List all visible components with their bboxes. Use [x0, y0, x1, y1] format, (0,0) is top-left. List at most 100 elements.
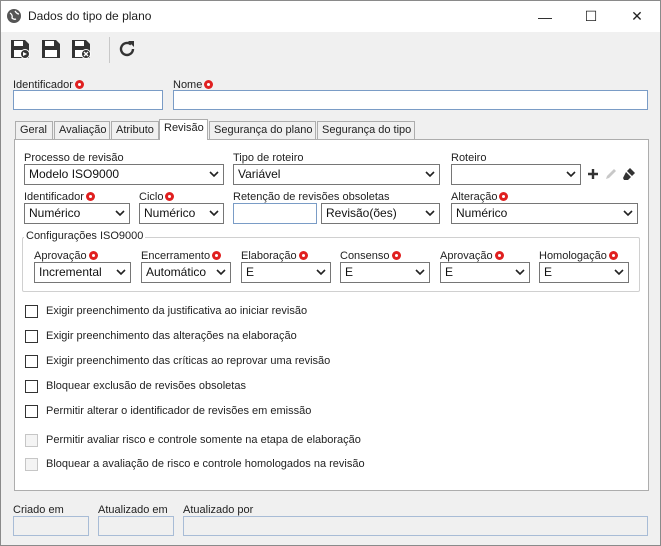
- checkbox[interactable]: [25, 330, 38, 343]
- save-icon[interactable]: [40, 38, 62, 60]
- identificador-input[interactable]: [13, 90, 163, 110]
- title-bar: Dados do tipo de plano — ☐ ✕: [1, 1, 660, 32]
- tab-seguranca-tipo[interactable]: Segurança do tipo: [317, 121, 415, 139]
- retencao-number-input[interactable]: [233, 203, 317, 224]
- ciclo-label: Ciclo: [139, 191, 175, 203]
- chevron-down-icon: [115, 210, 125, 217]
- add-roteiro-button[interactable]: [585, 166, 601, 182]
- criado-label: Criado em: [13, 504, 64, 516]
- app-globe-icon: [7, 9, 21, 23]
- alteracao-label: Alteração: [451, 191, 509, 203]
- iso-aprovacao2-select[interactable]: E: [440, 262, 530, 283]
- chevron-down-icon: [415, 269, 425, 276]
- chevron-down-icon: [316, 269, 326, 276]
- pencil-icon: [606, 169, 616, 179]
- chevron-down-icon: [209, 210, 219, 217]
- retencao-label: Retenção de revisões obsoletas: [233, 191, 390, 203]
- checkbox[interactable]: [25, 355, 38, 368]
- tipo-roteiro-label: Tipo de roteiro: [233, 152, 304, 164]
- required-icon: [298, 251, 308, 260]
- checkbox-label: Exigir preenchimento das críticas ao rep…: [46, 355, 331, 367]
- minimize-icon: —: [538, 8, 552, 25]
- rev-identificador-select[interactable]: Numérico: [24, 203, 130, 224]
- checkbox-label: Bloquear a avaliação de risco e controle…: [46, 458, 365, 470]
- chevron-down-icon: [614, 269, 624, 276]
- chevron-down-icon: [116, 269, 126, 276]
- atualizado-label: Atualizado em: [98, 504, 168, 516]
- dialog-window: Dados do tipo de plano — ☐ ✕ Identificad…: [0, 0, 661, 546]
- minimize-button[interactable]: —: [522, 1, 568, 32]
- window-title: Dados do tipo de plano: [28, 9, 152, 23]
- chevron-down-icon: [566, 171, 576, 178]
- required-icon: [85, 192, 95, 201]
- close-button[interactable]: ✕: [614, 1, 660, 32]
- checkbox-label: Permitir alterar o identificador de revi…: [46, 405, 312, 417]
- refresh-icon[interactable]: [116, 38, 138, 60]
- iso-homologacao-select[interactable]: E: [539, 262, 629, 283]
- roteiro-label: Roteiro: [451, 152, 487, 164]
- toolbar: [1, 32, 660, 67]
- required-icon: [494, 251, 504, 260]
- required-icon: [88, 251, 98, 260]
- chevron-down-icon: [209, 171, 219, 178]
- processo-select[interactable]: Modelo ISO9000: [24, 164, 224, 185]
- iso-aprovacao-select[interactable]: Incremental: [34, 262, 131, 283]
- toolbar-separator: [109, 37, 110, 63]
- processo-label: Processo de revisão: [24, 152, 124, 164]
- required-icon: [212, 251, 222, 260]
- tab-seguranca-plano[interactable]: Segurança do plano: [209, 121, 316, 139]
- checkbox-label: Exigir preenchimento das alterações na e…: [46, 330, 297, 342]
- clear-roteiro-button[interactable]: [621, 166, 637, 182]
- required-icon: [204, 80, 214, 89]
- maximize-icon: ☐: [584, 8, 598, 24]
- edit-roteiro-button[interactable]: [603, 166, 619, 182]
- rev-identificador-label: Identificador: [24, 191, 95, 203]
- alteracao-select[interactable]: Numérico: [451, 203, 638, 224]
- ciclo-select[interactable]: Numérico: [139, 203, 224, 224]
- roteiro-select[interactable]: [451, 164, 581, 185]
- iso-homologacao-label: Homologação: [539, 250, 618, 262]
- maximize-button[interactable]: ☐: [568, 1, 614, 32]
- required-icon: [608, 251, 618, 260]
- iso-aprovacao2-label: Aprovação: [440, 250, 504, 262]
- tab-revisao[interactable]: Revisão: [159, 119, 208, 140]
- checkbox[interactable]: [25, 305, 38, 318]
- eraser-icon: [623, 168, 635, 180]
- chevron-down-icon: [425, 171, 435, 178]
- tipo-roteiro-select[interactable]: Variável: [233, 164, 440, 185]
- required-icon: [74, 80, 84, 89]
- atualizado-input: [98, 516, 174, 536]
- checkbox-label: Bloquear exclusão de revisões obsoletas: [46, 380, 246, 392]
- tab-avaliacao[interactable]: Avaliação: [54, 121, 110, 139]
- iso-encerramento-select[interactable]: Automático: [141, 262, 231, 283]
- checkbox-disabled: [25, 458, 38, 471]
- iso-elaboracao-label: Elaboração: [241, 250, 308, 262]
- checkbox-disabled: [25, 434, 38, 447]
- required-icon: [391, 251, 401, 260]
- checkbox[interactable]: [25, 405, 38, 418]
- iso-encerramento-label: Encerramento: [141, 250, 222, 262]
- iso-aprovacao-label: Aprovação: [34, 250, 98, 262]
- tab-geral[interactable]: Geral: [15, 121, 53, 139]
- criado-input: [13, 516, 89, 536]
- iso9000-group-title: Configurações ISO9000: [24, 230, 146, 242]
- plus-icon: [588, 169, 598, 179]
- save-new-icon[interactable]: [9, 38, 31, 60]
- checkbox-label: Exigir preenchimento da justificativa ao…: [46, 305, 308, 317]
- iso-consenso-label: Consenso: [340, 250, 401, 262]
- save-close-icon[interactable]: [70, 38, 92, 60]
- chevron-down-icon: [515, 269, 525, 276]
- chevron-down-icon: [216, 269, 226, 276]
- chevron-down-icon: [425, 210, 435, 217]
- checkbox[interactable]: [25, 380, 38, 393]
- close-icon: ✕: [631, 8, 643, 24]
- checkbox-label: Permitir avaliar risco e controle soment…: [46, 434, 361, 446]
- iso-elaboracao-select[interactable]: E: [241, 262, 331, 283]
- tab-atributo[interactable]: Atributo: [111, 121, 159, 139]
- iso-consenso-select[interactable]: E: [340, 262, 430, 283]
- required-icon: [165, 192, 175, 201]
- nome-input[interactable]: [173, 90, 648, 110]
- atualizado-por-label: Atualizado por: [183, 504, 254, 516]
- retencao-unit-select[interactable]: Revisão(ões): [321, 203, 440, 224]
- required-icon: [499, 192, 509, 201]
